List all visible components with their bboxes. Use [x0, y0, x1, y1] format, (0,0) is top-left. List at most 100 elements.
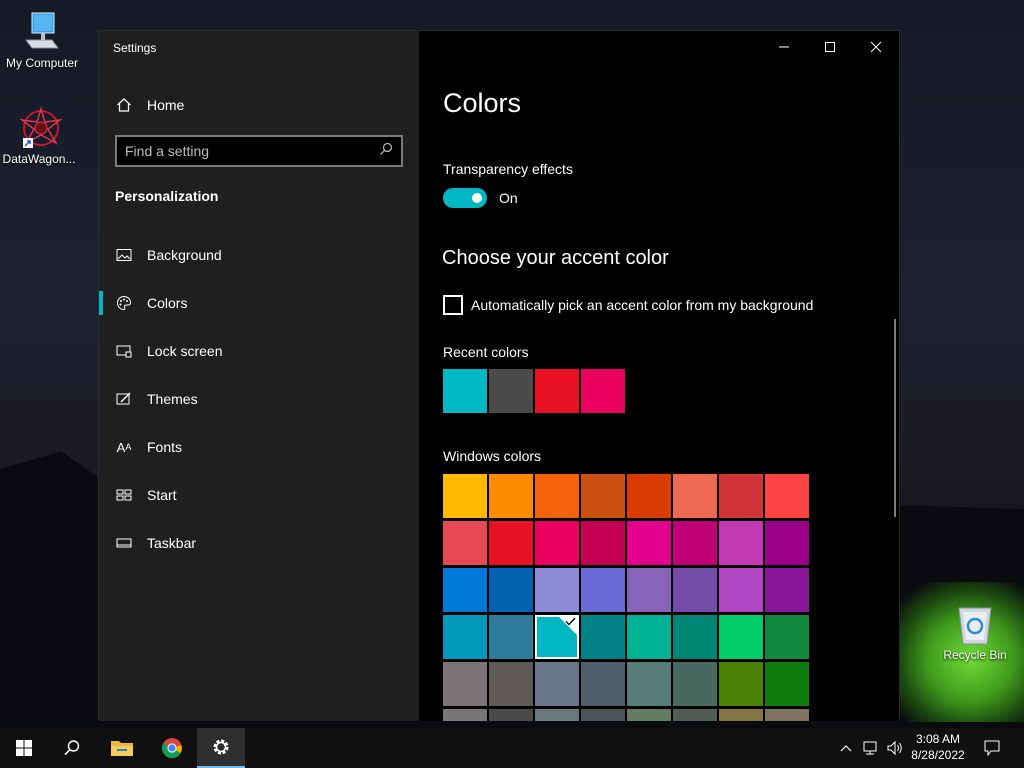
color-swatch[interactable] [765, 568, 809, 612]
taskbar-icon [115, 534, 133, 552]
color-swatch[interactable] [443, 662, 487, 706]
clock-date: 8/28/2022 [911, 748, 965, 762]
taskbar-search-button[interactable] [48, 728, 96, 768]
color-swatch[interactable] [443, 615, 487, 659]
tray-overflow-button[interactable] [836, 728, 856, 768]
color-swatch[interactable] [535, 474, 579, 518]
color-swatch[interactable] [765, 521, 809, 565]
color-swatch[interactable] [581, 521, 625, 565]
clock-time: 3:08 AM [915, 732, 961, 746]
color-swatch[interactable] [535, 662, 579, 706]
nav-item-label: Themes [147, 391, 198, 407]
desktop-icon-datawagon[interactable]: DataWagon... [0, 106, 81, 166]
color-swatch[interactable] [489, 369, 533, 413]
color-swatch[interactable] [627, 474, 671, 518]
color-swatch[interactable] [535, 369, 579, 413]
search-box[interactable] [115, 135, 403, 167]
color-swatch[interactable] [443, 521, 487, 565]
color-swatch[interactable] [581, 662, 625, 706]
color-swatch[interactable] [673, 662, 717, 706]
color-swatch[interactable] [581, 615, 625, 659]
color-swatch[interactable] [489, 709, 533, 721]
picture-icon [115, 246, 133, 264]
color-swatch[interactable] [719, 474, 763, 518]
volume-button[interactable] [884, 728, 906, 768]
color-swatch[interactable] [673, 568, 717, 612]
color-swatch[interactable] [673, 709, 717, 721]
home-icon [115, 96, 133, 114]
color-swatch[interactable] [535, 521, 579, 565]
color-swatch[interactable] [489, 615, 533, 659]
minimize-button[interactable] [761, 31, 807, 63]
color-swatch[interactable] [719, 568, 763, 612]
color-swatch[interactable] [765, 474, 809, 518]
taskbar-clock[interactable]: 3:08 AM 8/28/2022 [906, 731, 970, 763]
color-swatch[interactable] [489, 662, 533, 706]
action-center-button[interactable] [978, 728, 1006, 768]
nav-item-lock-screen[interactable]: Lock screen [99, 327, 419, 375]
nav-item-label: Fonts [147, 439, 183, 455]
color-swatch[interactable] [627, 521, 671, 565]
settings-taskbar-button[interactable] [197, 728, 245, 768]
color-swatch[interactable] [443, 568, 487, 612]
color-swatch[interactable] [581, 369, 625, 413]
color-swatch[interactable] [719, 709, 763, 721]
search-icon[interactable] [379, 142, 393, 161]
color-swatch[interactable] [535, 568, 579, 612]
color-swatch[interactable] [627, 568, 671, 612]
settings-window: Settings Home Personalization Background [98, 30, 900, 721]
chrome-button[interactable] [148, 728, 196, 768]
color-swatch[interactable] [535, 709, 579, 721]
color-swatch[interactable] [581, 709, 625, 721]
checkmark-icon [557, 615, 579, 637]
network-icon [863, 741, 877, 755]
nav-item-label: Colors [147, 295, 188, 311]
color-swatch[interactable] [673, 474, 717, 518]
color-swatch[interactable] [627, 662, 671, 706]
nav-item-themes[interactable]: Themes [99, 375, 419, 423]
search-input[interactable] [125, 143, 379, 159]
color-swatch[interactable] [627, 615, 671, 659]
color-swatch[interactable] [719, 662, 763, 706]
desktop-icon-my-computer[interactable]: My Computer [0, 10, 84, 70]
color-swatch[interactable] [765, 615, 809, 659]
nav-item-fonts[interactable]: AA Fonts [99, 423, 419, 471]
nav-item-label: Start [147, 487, 177, 503]
color-swatch[interactable] [489, 568, 533, 612]
color-swatch[interactable] [765, 662, 809, 706]
nav-item-colors[interactable]: Colors [99, 279, 419, 327]
network-button[interactable] [860, 728, 882, 768]
transparency-toggle[interactable] [443, 188, 487, 208]
color-swatch[interactable] [627, 709, 671, 721]
color-swatch[interactable] [719, 521, 763, 565]
nav-home[interactable]: Home [115, 93, 184, 117]
start-button[interactable] [0, 728, 48, 768]
nav-item-start[interactable]: Start [99, 471, 419, 519]
color-swatch[interactable] [719, 615, 763, 659]
color-swatch[interactable] [581, 474, 625, 518]
desktop-icon-recycle-bin[interactable]: Recycle Bin [933, 602, 1017, 662]
color-swatch[interactable] [765, 709, 809, 721]
color-swatch[interactable] [489, 521, 533, 565]
nav-item-taskbar[interactable]: Taskbar [99, 519, 419, 567]
color-swatch[interactable] [443, 474, 487, 518]
content-scrollbar[interactable] [894, 319, 896, 517]
close-button[interactable] [853, 31, 899, 63]
color-swatch[interactable] [673, 615, 717, 659]
color-swatch[interactable] [443, 709, 487, 721]
maximize-button[interactable] [807, 31, 853, 63]
nav-item-background[interactable]: Background [99, 231, 419, 279]
auto-pick-checkbox[interactable] [443, 295, 463, 315]
color-swatch-selected[interactable] [535, 615, 579, 659]
maximize-icon [825, 42, 835, 52]
color-swatch[interactable] [581, 568, 625, 612]
settings-nav-pane: Settings Home Personalization Background [99, 31, 419, 721]
close-icon [870, 41, 882, 53]
computer-icon [22, 10, 62, 54]
file-explorer-button[interactable] [98, 728, 146, 768]
color-swatch[interactable] [443, 369, 487, 413]
taskbar: 3:08 AM 8/28/2022 [0, 728, 1024, 768]
color-swatch[interactable] [489, 474, 533, 518]
color-swatch[interactable] [673, 521, 717, 565]
nav-list: Background Colors Lock screen Themes A A… [99, 231, 419, 567]
